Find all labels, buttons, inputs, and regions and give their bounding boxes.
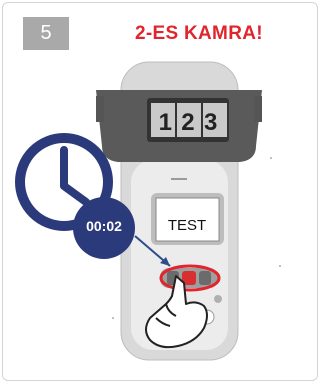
device-illustration [15,61,281,361]
right-button [199,271,211,285]
timer-text: 00:02 [86,218,122,234]
counter-digit-2: 2 [181,109,195,136]
counter-digit-1: 1 [158,109,172,136]
screen-text: TEST [167,217,207,234]
counter-digit-3: 3 [203,109,218,136]
counter-digits: 1 2 3 [154,106,222,140]
